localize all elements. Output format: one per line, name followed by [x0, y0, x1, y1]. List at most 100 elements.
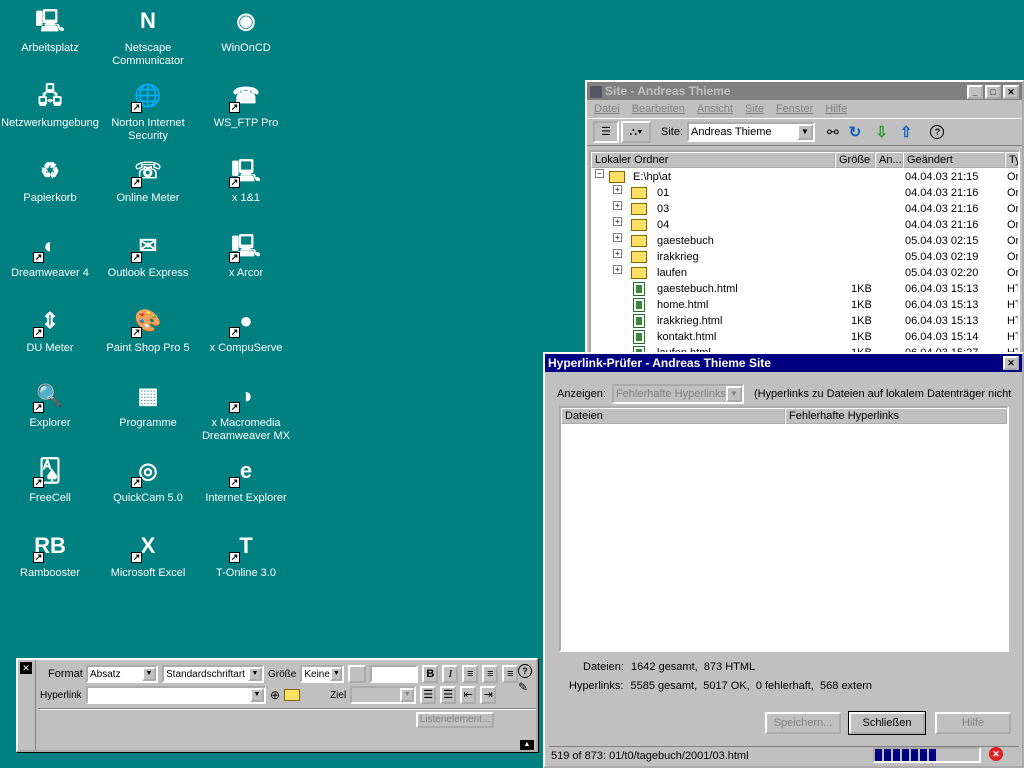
- table-row[interactable]: home.html 1KB 06.04.03 15:13 HT: [591, 297, 1018, 313]
- col-header-access[interactable]: An...: [875, 152, 903, 168]
- desktop-icon[interactable]: 🎨 ↗ Paint Shop Pro 5: [98, 304, 198, 355]
- outdent-button[interactable]: ⇤: [460, 686, 477, 704]
- desktop-icon[interactable]: ☎ ↗ WS_FTP Pro: [196, 79, 296, 130]
- format-select[interactable]: Absatz ▼: [86, 665, 158, 683]
- put-arrow-icon[interactable]: ⇧: [900, 123, 913, 141]
- col-header-size[interactable]: Größe: [835, 152, 875, 168]
- desktop-icon[interactable]: ⇕ ↗ DU Meter: [0, 304, 100, 355]
- shortcut-arrow-icon: ↗: [33, 402, 44, 413]
- col-header-local-folder[interactable]: Lokaler Ordner: [591, 152, 835, 168]
- menu-item[interactable]: Bearbeiten: [632, 103, 685, 115]
- desktop-icon[interactable]: ♻ Papierkorb: [0, 154, 100, 205]
- desktop-icon[interactable]: ◎ ↗ QuickCam 5.0: [98, 454, 198, 505]
- desktop-icon[interactable]: 🂡 ↗ FreeCell: [0, 454, 100, 505]
- align-right-button[interactable]: ≡: [502, 665, 519, 683]
- minimize-icon[interactable]: _: [967, 84, 983, 99]
- get-arrow-icon[interactable]: ⇩: [875, 123, 888, 141]
- menu-item[interactable]: Fenster: [776, 103, 813, 115]
- desktop-icon[interactable]: 🔍 ↗ Explorer: [0, 379, 100, 430]
- save-button[interactable]: Speichern...: [765, 712, 841, 734]
- indent-button[interactable]: ⇥: [480, 686, 497, 704]
- table-row[interactable]: +0304.04.03 21:16Ord: [591, 201, 1018, 217]
- folder-icon[interactable]: [284, 689, 301, 702]
- table-row[interactable]: +gaestebuch05.04.03 02:15Ord: [591, 233, 1018, 249]
- close-icon[interactable]: ✕: [20, 662, 32, 674]
- close-icon[interactable]: ✕: [1003, 84, 1019, 99]
- tree-root-row[interactable]: − E:\hp\at 04.04.03 21:15 Ord: [591, 169, 1018, 185]
- desktop-icon[interactable]: X ↗ Microsoft Excel: [98, 529, 198, 580]
- site-map-button[interactable]: ⛬▾: [621, 121, 651, 143]
- menu-item[interactable]: Hilfe: [825, 103, 847, 115]
- unordered-list-button[interactable]: ☰: [420, 686, 437, 704]
- checker-titlebar[interactable]: Hyperlink-Prüfer - Andreas Thieme Site ✕: [545, 354, 1022, 372]
- table-row[interactable]: +0404.04.03 21:16Ord: [591, 217, 1018, 233]
- table-row[interactable]: gaestebuch.html 1KB 06.04.03 15:13 HT: [591, 281, 1018, 297]
- chevron-down-icon[interactable]: ▼: [726, 386, 742, 402]
- table-row[interactable]: irakkrieg.html 1KB 06.04.03 15:13 HT: [591, 313, 1018, 329]
- align-left-button[interactable]: ≡: [462, 665, 479, 683]
- desktop-icon[interactable]: T ↗ T-Online 3.0: [196, 529, 296, 580]
- chevron-down-icon[interactable]: ▼: [248, 667, 262, 681]
- desktop-icon[interactable]: N Netscape Communicator: [98, 4, 198, 68]
- color-input[interactable]: [370, 665, 419, 683]
- list-view-button[interactable]: ☰: [593, 121, 619, 143]
- table-row[interactable]: +irakkrieg05.04.03 02:19Ord: [591, 249, 1018, 265]
- desktop-icon[interactable]: e ↗ Internet Explorer: [196, 454, 296, 505]
- table-row[interactable]: kontakt.html 1KB 06.04.03 15:14 HT: [591, 329, 1018, 345]
- desktop-icon[interactable]: 🖳 ↗ x Arcor: [196, 229, 296, 280]
- desktop-icon[interactable]: ☏ ↗ Online Meter: [98, 154, 198, 205]
- help-button[interactable]: Hilfe: [935, 712, 1011, 734]
- site-titlebar[interactable]: Site - Andreas Thieme _ □ ✕: [587, 82, 1022, 100]
- help-icon[interactable]: ?: [518, 664, 532, 678]
- desktop-icon[interactable]: 🖳 Arbeitsplatz: [0, 4, 100, 55]
- chevron-down-icon[interactable]: ▼: [330, 667, 343, 681]
- chevron-down-icon[interactable]: ▼: [400, 688, 415, 702]
- menu-item[interactable]: Ansicht: [697, 103, 733, 115]
- table-row[interactable]: +laufen05.04.03 02:20Ord: [591, 265, 1018, 281]
- show-select[interactable]: Fehlerhafte Hyperlinks ▼: [611, 384, 744, 404]
- refresh-icon[interactable]: ↻: [849, 123, 862, 141]
- desktop-icon[interactable]: 🖧 Netzwerkumgebung: [0, 79, 100, 130]
- expand-icon[interactable]: ▲: [520, 740, 534, 750]
- chevron-down-icon[interactable]: ▼: [797, 124, 814, 140]
- color-picker-button[interactable]: [348, 665, 367, 683]
- col-header-broken-links[interactable]: Fehlerhafte Hyperlinks: [785, 408, 1007, 424]
- close-button[interactable]: Schließen: [848, 711, 926, 735]
- list-item-button[interactable]: Listenelement...: [416, 712, 494, 728]
- help-icon[interactable]: ?: [930, 125, 945, 139]
- col-header-type[interactable]: Ty: [1005, 152, 1018, 168]
- point-to-file-icon[interactable]: ⊕: [270, 688, 280, 702]
- connect-icon[interactable]: ⚯: [827, 124, 839, 141]
- table-row[interactable]: +0104.04.03 21:16Ord: [591, 185, 1018, 201]
- site-select[interactable]: Andreas Thieme ▼: [687, 122, 816, 142]
- results-list[interactable]: Dateien Fehlerhafte Hyperlinks: [559, 406, 1009, 652]
- desktop-icon[interactable]: ◐ ↗ Dreamweaver 4: [0, 229, 100, 280]
- target-select[interactable]: ▼: [350, 686, 417, 704]
- edit-icon[interactable]: ✎: [518, 680, 528, 694]
- desktop-icon[interactable]: RB ↗ Rambooster: [0, 529, 100, 580]
- desktop-icon[interactable]: 🖳 ↗ x 1&1: [196, 154, 296, 205]
- desktop-icon[interactable]: 🌐 ↗ Norton Internet Security: [98, 79, 198, 143]
- stop-icon[interactable]: ✕: [989, 747, 1003, 761]
- font-select[interactable]: Standardschriftart ▼: [162, 665, 264, 683]
- col-header-modified[interactable]: Geändert: [903, 152, 1005, 168]
- chevron-down-icon[interactable]: ▼: [142, 667, 156, 681]
- chevron-down-icon[interactable]: ▼: [250, 688, 264, 702]
- desktop-icon[interactable]: ✉ ↗ Outlook Express: [98, 229, 198, 280]
- close-icon[interactable]: ✕: [1003, 356, 1019, 370]
- desktop-icon[interactable]: ◉ WinOnCD: [196, 4, 296, 55]
- link-input[interactable]: ▼: [86, 686, 266, 704]
- ordered-list-button[interactable]: ☰: [440, 686, 457, 704]
- desktop-icon[interactable]: ▦ Programme: [98, 379, 198, 430]
- align-center-button[interactable]: ≡: [482, 665, 499, 683]
- maximize-icon[interactable]: □: [985, 84, 1001, 99]
- size-select[interactable]: Keine ▼: [300, 665, 345, 683]
- rambooster-icon: RB ↗: [33, 533, 66, 563]
- italic-button[interactable]: I: [442, 665, 459, 683]
- menu-item[interactable]: Site: [745, 103, 764, 115]
- bold-button[interactable]: B: [422, 665, 439, 683]
- menu-item[interactable]: Datei: [594, 103, 620, 115]
- desktop-icon[interactable]: ● ↗ x CompuServe: [196, 304, 296, 355]
- col-header-files[interactable]: Dateien: [561, 408, 785, 424]
- desktop-icon[interactable]: ◑ ↗ x Macromedia Dreamweaver MX: [196, 379, 296, 443]
